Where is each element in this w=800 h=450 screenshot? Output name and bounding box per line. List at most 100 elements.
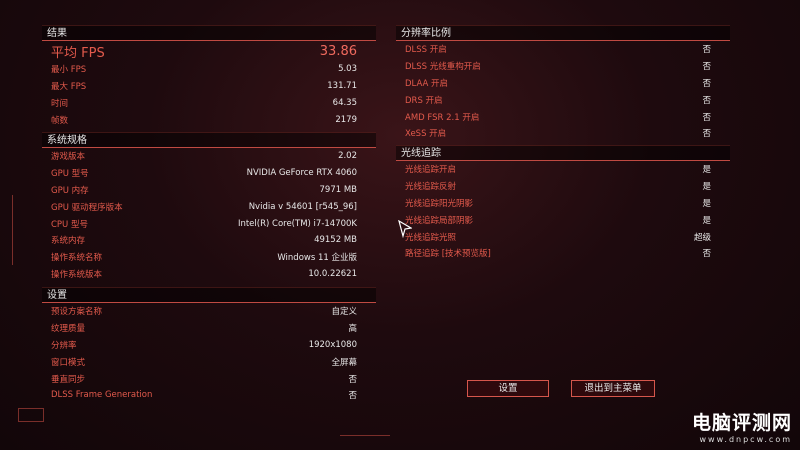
system-row: GPU 内存 7971 MB: [42, 182, 376, 199]
raytracing-row-label: 光线追踪光照: [405, 232, 457, 243]
system-row-value: Windows 11 企业版: [277, 253, 357, 264]
resolution-row: DRS 开启 否: [396, 91, 730, 108]
system-row-label: CPU 型号: [51, 219, 88, 230]
left-edge-decoration: [12, 195, 20, 265]
results-row-label: 最小 FPS: [51, 65, 87, 76]
settings-row: 窗口模式 全屏幕: [42, 353, 376, 370]
system-row-label: 游戏版本: [51, 152, 86, 163]
results-header: 结果: [42, 25, 376, 41]
settings-row-value: 自定义: [331, 307, 357, 318]
settings-row-value: 否: [348, 374, 357, 385]
system-panel: 系统规格 游戏版本 2.02 GPU 型号 NVIDIA GeForce RTX 40…: [42, 132, 376, 282]
results-row-label: 时间: [51, 98, 69, 109]
results-row-value: 5.03: [338, 64, 357, 75]
resolution-row-value: 否: [702, 95, 711, 106]
resolution-row-value: 否: [702, 45, 711, 56]
settings-row: 分辨率 1920x1080: [42, 337, 376, 354]
system-row-value: Intel(R) Core(TM) i7-14700K: [237, 218, 357, 229]
results-row-value: 131.71: [327, 81, 357, 92]
resolution-row-label: DRS 开启: [405, 95, 443, 106]
raytracing-row-value: 超级: [693, 232, 711, 243]
results-row-label: 帧数: [51, 115, 69, 126]
raytracing-row-value: 是: [702, 215, 711, 226]
raytracing-row-label: 光线追踪阳光阴影: [405, 198, 474, 209]
settings-row: DLSS Frame Generation 否: [42, 387, 376, 404]
system-row-label: 系统内存: [51, 236, 86, 247]
system-row: 游戏版本 2.02: [42, 148, 376, 165]
results-row-value: 64.35: [332, 97, 357, 108]
raytracing-list: 光线追踪开启是光线追踪反射是光线追踪阳光阴影是光线追踪局部阴影是光线追踪光照 超级…: [396, 161, 730, 262]
system-row-value: 2.02: [338, 151, 357, 162]
settings-row-value: 高: [348, 324, 357, 335]
resolution-row: DLSS 开启 否: [396, 41, 730, 58]
system-row-value: 49152 MB: [314, 235, 357, 246]
settings-row: 垂直同步 否: [42, 370, 376, 387]
resolution-row: XeSS 开启 否: [396, 125, 730, 142]
resolution-panel: 分辨率比例 DLSS 开启否 DLSS 光线重构开启否 DLAA 开启否 DRS 开启…: [396, 25, 730, 142]
watermark-url: www.dnpcw.com: [699, 435, 792, 444]
raytracing-row-label: 光线追踪局部阴影: [405, 215, 474, 226]
exit-to-main-menu-button[interactable]: 退出到主菜单: [571, 380, 655, 397]
raytracing-row-value: 是: [702, 165, 711, 176]
settings-button[interactable]: 设置: [467, 380, 549, 397]
resolution-row-value: 否: [702, 78, 711, 89]
system-row-value: Nvidia v 54601 [r545_96]: [248, 201, 357, 212]
watermark-title: 电脑评测网: [691, 412, 792, 434]
resolution-row-value: 否: [702, 129, 711, 140]
system-row: 系统内存 49152 MB: [42, 232, 376, 249]
bottom-left-decoration: [18, 408, 44, 422]
resolution-list: DLSS 开启否 DLSS 光线重构开启否 DLAA 开启否 DRS 开启否 AMD F…: [396, 41, 730, 142]
resolution-row-value: 否: [702, 112, 711, 123]
settings-list: 预设方案名称 自定义 纹理质量高分辨率 1920x1080 窗口模式 全屏幕 垂直同步否 DL…: [42, 303, 376, 404]
settings-row-value: 全屏幕: [331, 357, 357, 368]
raytracing-row-value: 是: [702, 182, 711, 193]
system-row: 操作系统版本 10.0.22621: [42, 266, 376, 283]
raytracing-row: 光线追踪开启 是: [396, 161, 730, 178]
raytracing-row-label: 光线追踪开启: [405, 165, 457, 176]
raytracing-row-label: 光线追踪反射: [405, 182, 457, 193]
resolution-row: DLSS 光线重构开启 否: [396, 58, 730, 75]
system-row-value: NVIDIA GeForce RTX 4060: [246, 168, 357, 179]
results-row: 最小 FPS 5.03: [42, 61, 376, 78]
settings-row-label: 纹理质量: [51, 324, 86, 335]
system-row: CPU 型号 Intel(R) Core(TM) i7-14700K: [42, 215, 376, 232]
settings-row-label: DLSS Frame Generation: [51, 390, 153, 401]
system-row-label: GPU 驱动程序版本: [51, 202, 123, 213]
mouse-cursor-icon: [398, 220, 412, 238]
resolution-row-label: DLSS 光线重构开启: [405, 62, 481, 73]
resolution-row: DLAA 开启 否: [396, 75, 730, 92]
resolution-header: 分辨率比例: [396, 25, 730, 41]
raytracing-panel: 光线追踪 光线追踪开启是光线追踪反射是光线追踪阳光阴影是光线追踪局部阴影是光线追…: [396, 145, 730, 262]
system-row-value: 7971 MB: [319, 184, 358, 195]
raytracing-row: 光线追踪光照 超级: [396, 228, 730, 245]
system-row: GPU 型号 NVIDIA GeForce RTX 4060: [42, 165, 376, 182]
settings-row-value: 否: [348, 391, 357, 402]
settings-panel: 设置 预设方案名称 自定义 纹理质量 高分辨率 1920x1080 窗口模式 全屏幕 垂直同步…: [42, 287, 376, 404]
results-row-value: 33.86: [319, 43, 357, 59]
raytracing-row-label: 路径追踪 [技术预览版]: [405, 249, 491, 260]
settings-row: 预设方案名称 自定义: [42, 303, 376, 320]
resolution-row-label: AMD FSR 2.1 开启: [405, 112, 480, 123]
system-row: 操作系统名称 Windows 11 企业版: [42, 249, 376, 266]
results-row-value: 2179: [335, 114, 357, 125]
raytracing-row-value: 是: [702, 198, 711, 209]
results-row-label: 平均 FPS: [51, 45, 105, 61]
raytracing-row: 光线追踪反射 是: [396, 178, 730, 195]
watermark: 电脑评测网 www.dnpcw.com: [692, 408, 792, 444]
system-row-label: 操作系统名称: [51, 253, 103, 264]
resolution-row-value: 否: [702, 62, 711, 73]
settings-row-label: 垂直同步: [51, 374, 86, 385]
results-row: 平均 FPS 33.86: [42, 41, 376, 61]
results-row-label: 最大 FPS: [51, 82, 87, 93]
settings-row-value: 1920x1080: [308, 339, 357, 350]
system-row-label: 操作系统版本: [51, 269, 103, 280]
resolution-row-label: DLSS 开启: [405, 45, 447, 56]
results-panel: 结果 平均 FPS 33.86 最小 FPS 5.03 最大 FPS 131.71 时间 64…: [42, 25, 376, 128]
results-list: 平均 FPS 33.86 最小 FPS 5.03 最大 FPS 131.71 时间 64.35…: [42, 41, 376, 128]
raytracing-row: 光线追踪阳光阴影 是: [396, 195, 730, 212]
resolution-row-label: DLAA 开启: [405, 78, 449, 89]
system-header: 系统规格: [42, 132, 376, 148]
raytracing-row-value: 否: [702, 249, 711, 260]
resolution-row: AMD FSR 2.1 开启 否: [396, 108, 730, 125]
settings-row-label: 分辨率: [51, 340, 77, 351]
